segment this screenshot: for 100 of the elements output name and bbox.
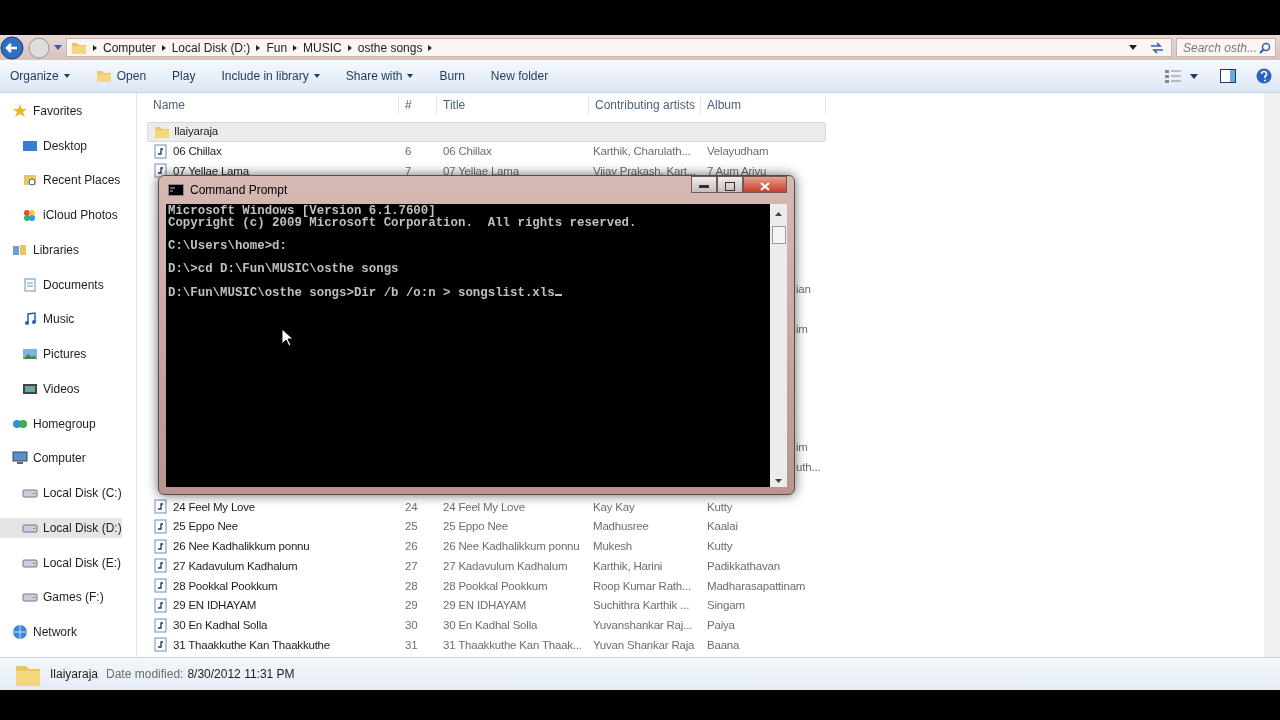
table-cell: im (796, 441, 808, 454)
sidebar-item[interactable]: Network (0, 622, 77, 642)
table-cell: 7 Aum Arivu (707, 164, 767, 177)
sidebar-item[interactable]: Local Disk (E:) (0, 552, 122, 573)
file-name: 28 Pookkal Pookkum (173, 578, 278, 594)
table-cell: 26 Nee Kadhalikkum ponnu (443, 540, 580, 552)
file-row[interactable]: 06 Chillax 6 06 Chillax Karthik, Charulath... Velayudham (147, 141, 826, 162)
sidebar-item[interactable]: Recent Places (0, 170, 121, 191)
breadcrumb-item[interactable]: osthe songs (357, 38, 423, 57)
toolbar-button[interactable]: Play (172, 65, 210, 87)
table-cell: Karthik, Charulath... (593, 145, 691, 157)
folder-icon (95, 68, 112, 84)
file-row[interactable]: Ilaiyaraja (147, 122, 826, 142)
minimize-button[interactable] (691, 176, 717, 193)
table-cell: Velayudham (707, 145, 769, 157)
sidebar-item[interactable]: Local Disk (D:) (0, 518, 122, 538)
sidebar-item[interactable]: Computer (0, 448, 86, 469)
sidebar-item[interactable]: Desktop (0, 135, 88, 156)
sidebar-item[interactable]: Music (0, 309, 75, 330)
star-icon (12, 102, 28, 119)
file-name: 30 En Kadhal Solla (173, 618, 268, 633)
audio-file-icon (153, 143, 169, 160)
breadcrumb-item[interactable]: Local Disk (D:) (171, 38, 251, 57)
table-cell: ian (796, 283, 811, 296)
file-name: 31 Thaakkuthe Kan Thaakkuthe (173, 637, 330, 653)
file-row[interactable]: 29 EN IDHAYAM 29 29 EN IDHAYAM Suchithra Karthik ... Singam (147, 596, 826, 616)
toolbar-button[interactable]: Organize (10, 65, 84, 87)
sidebar-item[interactable]: Favorites (0, 101, 83, 121)
file-row[interactable]: 30 En Kadhal Solla 30 30 En Kadhal Solla Yuvanshankar Raj... Paiya (147, 615, 826, 636)
column-header[interactable]: Name (147, 96, 399, 114)
status-value: 8/30/2012 11:31 PM (187, 666, 295, 683)
console-text: C:\Users\home>d: (168, 240, 288, 252)
table-cell: 28 (405, 579, 418, 592)
maximize-button[interactable] (717, 176, 743, 193)
sidebar-item[interactable]: iCloud Photos (0, 205, 118, 225)
sidebar-item[interactable]: Pictures (0, 344, 87, 364)
sidebar-item[interactable]: Libraries (0, 240, 80, 260)
breadcrumb-item[interactable]: MUSIC (303, 38, 342, 57)
back-icon[interactable] (0, 35, 24, 60)
sidebar-item[interactable]: Games (F:) (0, 587, 104, 608)
file-name: 06 Chillax (173, 144, 222, 159)
preview-pane-icon[interactable] (1220, 69, 1236, 83)
minimize-icon (699, 184, 709, 189)
file-row[interactable]: 25 Eppo Nee 25 25 Eppo Nee Madhusree Kaalai (147, 517, 826, 537)
scroll-thumb[interactable] (771, 226, 786, 244)
refresh-icon[interactable] (1149, 40, 1165, 55)
caret-icon[interactable] (1190, 73, 1198, 79)
column-header[interactable]: # (399, 96, 437, 114)
status-label: Date modified: (106, 666, 184, 683)
toolbar-button[interactable]: Open (95, 65, 161, 87)
column-header[interactable]: Contributing artists (589, 96, 701, 114)
table-cell: Karthik, Harini (593, 559, 663, 572)
window-title: Command Prompt (190, 182, 288, 199)
console-text: Microsoft Windows [Version 6.1.7600] (168, 206, 436, 218)
file-row[interactable]: 27 Kadavulum Kadhalum 27 27 Kadavulum Kadhalum Karthik, Harini Padikkathavan (147, 556, 826, 577)
sidebar-item[interactable]: Documents (0, 274, 104, 295)
file-row[interactable]: 28 Pookkal Pookkum 28 28 Pookkal Pookkum Roop Kumar Rath... Madharasapattinam (147, 576, 826, 596)
table-cell: Mukesh (593, 540, 633, 552)
toolbar-button[interactable]: Include in library (221, 65, 334, 87)
file-name: 24 Feel My Love (173, 499, 255, 515)
toolbar-button[interactable]: New folder (490, 65, 563, 87)
column-header[interactable]: Title (437, 96, 589, 114)
table-cell: Suchithra Karthik ... (593, 599, 690, 612)
table-cell: 31 Thaakkuthe Kan Thaak... (443, 638, 582, 651)
table-cell: 24 (405, 500, 418, 513)
search-field[interactable]: Search osth... (1176, 38, 1276, 57)
table-cell: 26 (405, 540, 418, 552)
search-icon (1259, 41, 1271, 54)
audio-file-icon (153, 617, 169, 634)
help-icon[interactable] (1256, 68, 1272, 84)
file-name: Ilaiyaraja (174, 124, 219, 140)
console-text: D:\>cd D:\Fun\MUSIC\osthe songs (168, 263, 400, 275)
dropdown-icon[interactable] (1129, 44, 1137, 51)
breadcrumb-item[interactable]: Computer (103, 38, 156, 57)
mouse-pointer-icon (281, 328, 293, 347)
table-cell: 31 (405, 638, 418, 651)
table-cell: Padikkathavan (707, 559, 780, 572)
table-cell: Singam (707, 599, 745, 612)
column-header[interactable]: Album (701, 96, 826, 114)
table-cell: 24 Feel My Love (443, 500, 525, 513)
sidebar-item[interactable]: Videos (0, 379, 80, 399)
address-bar[interactable]: Computer Local Disk (D:) Fun MUSIC osthe songs (66, 38, 1172, 57)
file-row[interactable]: 31 Thaakkuthe Kan Thaakkuthe 31 31 Thaakkuthe Kan Thaak... Yuvan Shankar Raja Baana (147, 635, 826, 656)
toolbar-button[interactable]: Share with (345, 65, 428, 87)
audio-file-icon (153, 597, 169, 614)
recent-icon (22, 172, 38, 189)
file-row[interactable]: 26 Nee Kadhalikkum ponnu 26 26 Nee Kadhalikkum ponnu Mukesh Kutty (147, 536, 826, 557)
sidebar-item[interactable]: Local Disk (C:) (0, 483, 122, 503)
table-cell: Yuvanshankar Raj... (593, 619, 693, 631)
view-icon[interactable] (1164, 69, 1182, 83)
table-cell: 29 EN IDHAYAM (443, 599, 527, 612)
file-row[interactable]: 24 Feel My Love 24 24 Feel My Love Kay Kay Kutty (147, 497, 826, 517)
status-name: Ilaiyaraja (50, 666, 99, 683)
file-name: 25 Eppo Nee (173, 519, 238, 535)
close-button[interactable] (743, 176, 787, 193)
sidebar-item[interactable]: Homegroup (0, 413, 96, 434)
toolbar-button[interactable]: Burn (439, 65, 479, 87)
breadcrumb-item[interactable]: Fun (266, 38, 288, 57)
computer-icon (12, 450, 28, 467)
table-cell: 06 Chillax (443, 145, 492, 157)
